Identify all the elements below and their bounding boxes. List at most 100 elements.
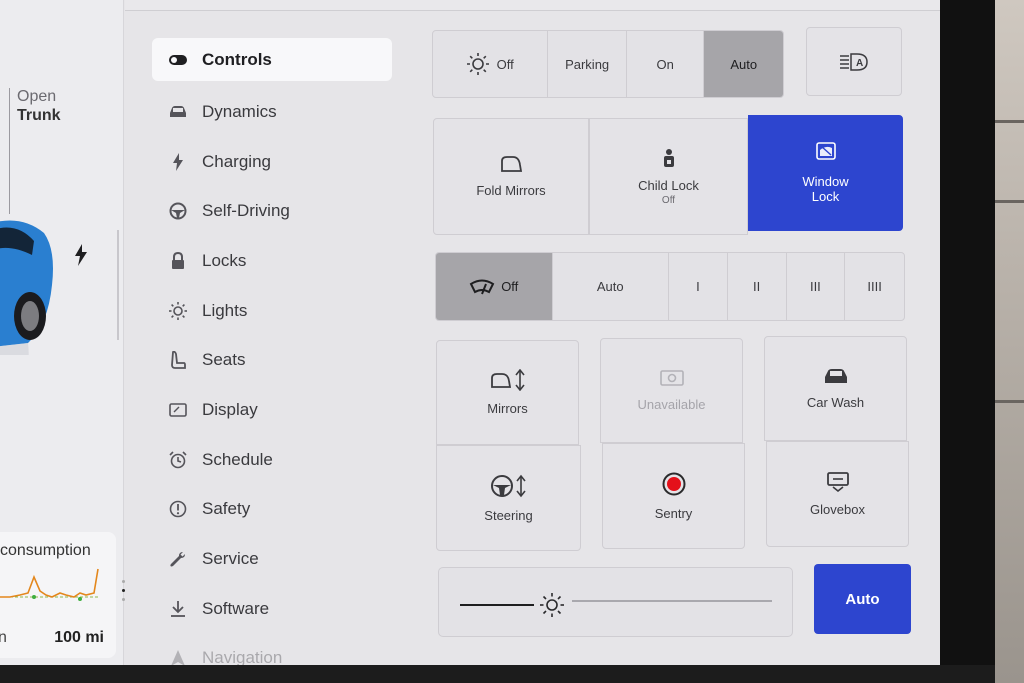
mirror-icon: [501, 156, 523, 172]
menu-item-display[interactable]: Display: [152, 385, 392, 435]
menu-label: Display: [202, 399, 258, 419]
window-lock-label-line1: Window: [802, 174, 849, 189]
menu-item-dynamics[interactable]: Dynamics: [152, 87, 392, 137]
menu-label: Charging: [202, 151, 271, 171]
menu-item-service[interactable]: Service: [152, 534, 392, 584]
consumption-title: consumption: [0, 542, 91, 559]
menu-label: Navigation: [202, 648, 283, 665]
window-lock-label-line2: Lock: [811, 189, 840, 204]
menu-item-charging[interactable]: Charging: [152, 137, 392, 187]
alarm-clock-icon: [168, 450, 188, 470]
wipers-auto-button[interactable]: Auto: [553, 253, 669, 320]
consumption-card[interactable]: consumption n 100 mi: [0, 532, 116, 658]
trunk-label[interactable]: Trunk: [17, 107, 61, 125]
toggle-icon: [168, 50, 188, 70]
window-lock-button[interactable]: Window Lock: [748, 115, 903, 231]
wipers-speed-3-button[interactable]: III: [787, 253, 846, 320]
page-dot: [122, 580, 125, 583]
wiper-option-label: II: [753, 279, 761, 294]
menu-label: Seats: [202, 350, 246, 370]
wipers-speed-2-button[interactable]: II: [728, 253, 787, 320]
adjust-mirrors-button[interactable]: Mirrors: [436, 340, 579, 445]
menu-label: Self-Driving: [202, 201, 290, 221]
display-icon: [168, 400, 188, 420]
headlights-parking-button[interactable]: Parking: [548, 31, 627, 97]
child-lock-state: Off: [661, 194, 676, 206]
wiper-icon: [469, 279, 495, 294]
fold-mirrors-label: Fold Mirrors: [476, 183, 546, 198]
menu-item-software[interactable]: Software: [152, 584, 392, 634]
steering-wheel-icon: [168, 201, 188, 221]
alert-circle-icon: [168, 499, 188, 519]
adjust-steering-button[interactable]: Steering: [436, 445, 581, 551]
car-model-image: [0, 220, 53, 355]
fold-mirrors-button[interactable]: Fold Mirrors: [433, 118, 589, 235]
page-dot: [122, 598, 125, 601]
top-bar: [125, 0, 940, 11]
brightness-auto-button[interactable]: Auto: [814, 564, 911, 634]
camera-unavailable-button[interactable]: Unavailable: [600, 338, 743, 443]
headlights-on-button[interactable]: On: [627, 31, 705, 97]
glovebox-button[interactable]: Glovebox: [766, 441, 909, 547]
wipers-off-button[interactable]: Off: [436, 253, 553, 320]
wall-trim: [995, 200, 1024, 203]
car-wash-icon: [824, 369, 847, 383]
headlights-auto-button[interactable]: Auto: [704, 31, 783, 97]
sentry-button[interactable]: Sentry: [602, 443, 745, 549]
wiper-option-label: Off: [501, 279, 519, 294]
consumption-range: 100 mi: [54, 629, 104, 646]
headlights-option-label: Auto: [730, 56, 758, 72]
child-lock-button[interactable]: Child Lock Off: [589, 118, 748, 235]
menu-item-schedule[interactable]: Schedule: [152, 435, 392, 485]
headlights-option-label: Parking: [565, 56, 610, 72]
brightness-sun-icon[interactable]: [540, 593, 564, 617]
wipers-speed-4-button[interactable]: IIII: [845, 253, 904, 320]
brightness-slider[interactable]: [438, 567, 793, 637]
menu-label: Software: [202, 598, 270, 618]
menu-item-locks[interactable]: Locks: [152, 236, 392, 286]
auto-high-beam-button[interactable]: A: [806, 27, 902, 96]
menu-item-navigation[interactable]: Navigation: [152, 634, 392, 665]
headlights-off-button[interactable]: Off: [433, 31, 549, 97]
navigation-icon: [168, 648, 188, 665]
consumption-chart: [0, 568, 100, 601]
brightness-track-empty: [572, 600, 772, 602]
steering-adjust-icon: [490, 474, 526, 497]
menu-item-seats[interactable]: Seats: [152, 335, 392, 385]
child-lock-icon: [663, 148, 674, 167]
background-wall: [995, 0, 1024, 683]
wall-trim: [995, 120, 1024, 123]
wiper-option-label: IIII: [867, 279, 882, 294]
menu-item-lights[interactable]: Lights: [152, 286, 392, 336]
child-lock-label: Child Lock: [638, 177, 699, 193]
sentry-record-icon: [662, 472, 685, 495]
menu-item-self-driving[interactable]: Self-Driving: [152, 186, 392, 236]
menu-label: Schedule: [202, 449, 273, 469]
wrench-icon: [168, 549, 188, 569]
menu-label: Lights: [202, 300, 248, 320]
menu-label: Safety: [202, 499, 251, 519]
car-wash-label: Car Wash: [806, 395, 865, 410]
wall-trim: [995, 400, 1024, 403]
glovebox-label: Glovebox: [810, 501, 865, 517]
headlights-selector: Off Parking On Auto: [432, 30, 784, 98]
settings-menu: Controls Dynamics Charging Self-Driving …: [152, 38, 392, 665]
wipers-speed-1-button[interactable]: I: [669, 253, 728, 320]
panel-scrollbar: [117, 230, 119, 340]
adjust-steering-label: Steering: [484, 507, 533, 523]
wiper-option-label: Auto: [596, 279, 624, 294]
menu-item-safety[interactable]: Safety: [152, 485, 392, 535]
menu-label: Service: [202, 549, 259, 569]
menu-item-controls[interactable]: Controls: [152, 38, 392, 81]
page-dots[interactable]: [121, 580, 127, 610]
wiper-option-label: I: [696, 279, 700, 294]
window-lock-icon: [815, 142, 836, 160]
svg-text:A: A: [856, 58, 863, 69]
mirror-adjust-icon: [490, 369, 525, 391]
car-wash-button[interactable]: Car Wash: [764, 336, 907, 441]
lock-icon: [168, 251, 188, 271]
trunk-state[interactable]: Open: [17, 88, 56, 106]
menu-label: Controls: [202, 49, 272, 69]
touchscreen: Open Trunk consumption n 100 mi Controls…: [0, 0, 953, 665]
wipers-selector: Off Auto I II III IIII: [435, 252, 905, 321]
